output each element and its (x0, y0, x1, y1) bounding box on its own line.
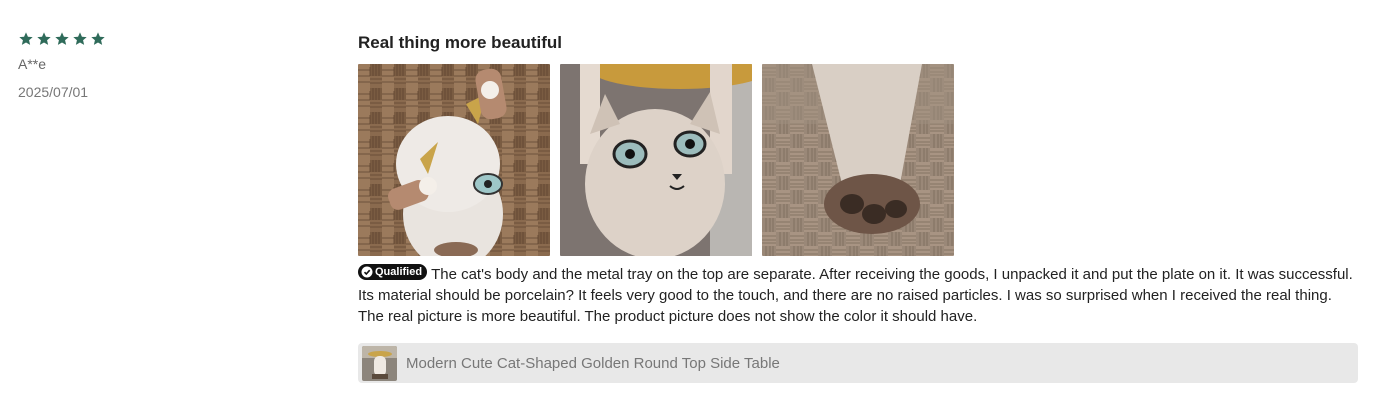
qualified-badge: Qualified (358, 264, 428, 280)
review-title: Real thing more beautiful (358, 33, 563, 52)
review-author: A**e (18, 56, 47, 72)
review-date: 2025/07/01 (18, 84, 89, 100)
review-content: Real thing more beautiful Qualified The … (358, 32, 1358, 383)
review-photo-cat-face[interactable] (560, 64, 752, 256)
star-icon (54, 31, 70, 47)
review-text: The cat's body and the metal tray on the… (358, 266, 1353, 325)
product-link[interactable]: Modern Cute Cat-Shaped Golden Round Top … (358, 343, 1358, 383)
review-photo-cat-full-body[interactable] (358, 64, 550, 256)
product-name: Modern Cute Cat-Shaped Golden Round Top … (406, 354, 780, 372)
review-meta: A**e 2025/07/01 (18, 30, 318, 100)
star-icon (72, 31, 88, 47)
rating-stars (18, 30, 318, 48)
check-badge-icon (361, 266, 373, 278)
qualified-badge-label: Qualified (375, 266, 423, 278)
product-thumbnail (362, 345, 397, 381)
review-photo-cat-paw[interactable] (762, 64, 954, 256)
star-icon (36, 31, 52, 47)
star-icon (18, 31, 34, 47)
review-photos (358, 64, 1358, 256)
star-icon (90, 31, 106, 47)
review-body: Qualified The cat's body and the metal t… (358, 264, 1358, 327)
